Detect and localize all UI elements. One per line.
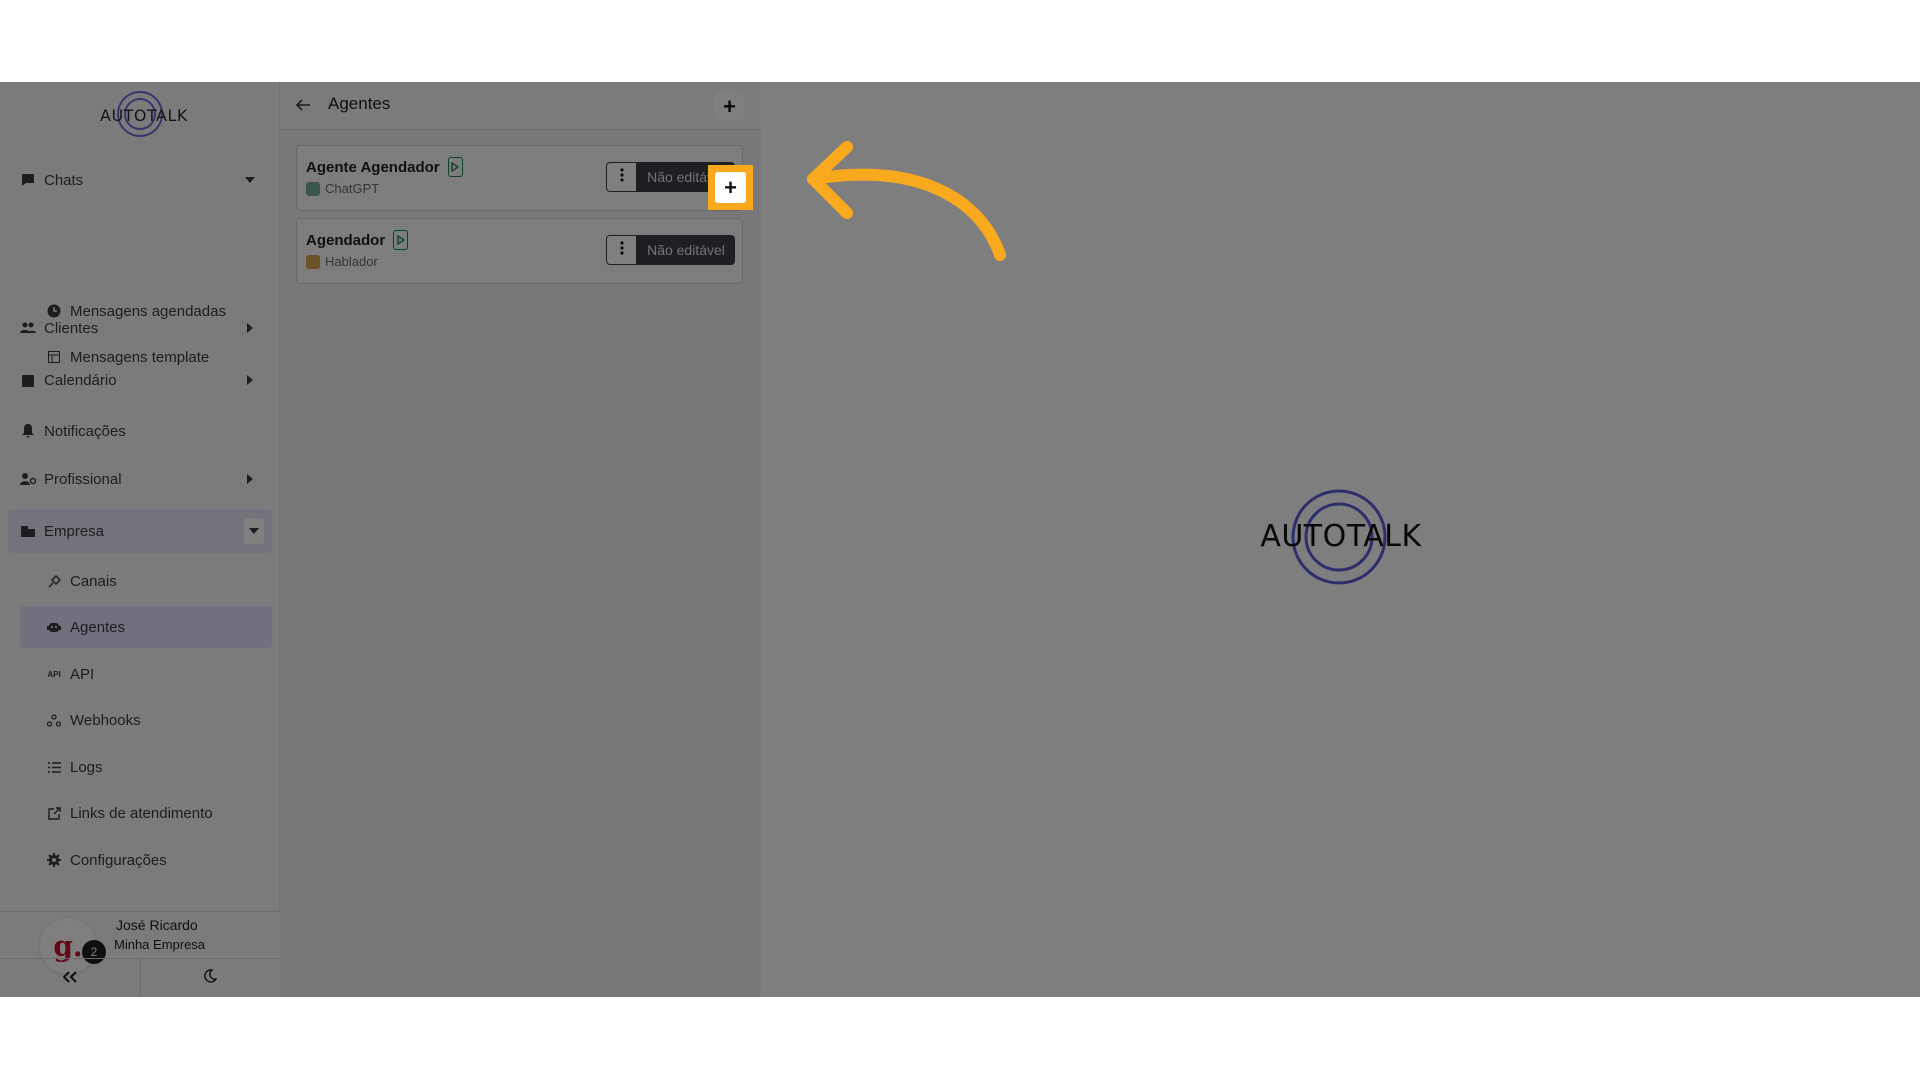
user-profile[interactable]: g. 2 José Ricardo Minha Empresa [0, 911, 280, 997]
calendar-icon [20, 372, 36, 388]
sidebar-item-links-de-atendimento[interactable]: Links de atendimento [20, 792, 272, 834]
moon-icon [203, 969, 218, 988]
sidebar-item-label: Calendário [44, 371, 117, 389]
agent-model-row: Hablador [306, 254, 378, 269]
agent-card[interactable]: Agendador Hablador Não editável [296, 218, 743, 284]
sidebar-item-label: API [70, 665, 95, 683]
logo-text: AUTOTALK [1260, 519, 1422, 554]
api-icon: API [47, 669, 61, 679]
agents-panel: Agentes + Agente Agendador ChatGPT Não e… [281, 82, 761, 997]
sidebar-item-chats[interactable]: Chats [8, 158, 272, 202]
agent-options-button[interactable] [606, 162, 637, 192]
user-gear-icon [20, 471, 36, 487]
chevron-right-icon[interactable] [242, 372, 258, 388]
chevron-right-icon[interactable] [242, 320, 258, 336]
sidebar-item-profissional[interactable]: Profissional [8, 457, 272, 501]
agent-card[interactable]: Agente Agendador ChatGPT Não editável [296, 145, 743, 211]
agent-name: Agente Agendador [306, 158, 440, 176]
users-icon [20, 320, 36, 336]
sidebar-item-configuracoes[interactable]: Configurações [20, 839, 272, 881]
gear-icon [46, 852, 62, 868]
sidebar-item-logs[interactable]: Logs [20, 746, 272, 788]
sidebar-item-label: Chats [44, 171, 84, 189]
collapse-sidebar-button[interactable] [0, 959, 140, 997]
kebab-menu-icon [619, 240, 624, 260]
chevron-down-icon[interactable] [244, 518, 264, 544]
sidebar-item-label: Agentes [70, 618, 126, 636]
sidebar-item-label: Profissional [44, 470, 122, 488]
robot-icon [46, 619, 62, 635]
agent-name-row: Agente Agendador [306, 157, 463, 177]
building-icon [20, 523, 36, 539]
sidebar-item-canais[interactable]: Canais [20, 560, 272, 602]
autotalk-logo[interactable]: AUTOTALK [100, 90, 188, 138]
agent-name: Agendador [306, 231, 386, 249]
user-name: José Ricardo [116, 917, 198, 933]
sidebar: AUTOTALK Chats Mensagens agendadas Mensa… [0, 82, 280, 997]
agent-name-row: Agendador [306, 230, 409, 250]
kebab-menu-icon [619, 167, 624, 187]
agent-options-button[interactable] [606, 235, 637, 265]
add-agent-highlight[interactable]: + [708, 165, 753, 210]
external-link-icon [46, 805, 62, 821]
status-badge: Não editável [637, 235, 735, 265]
sidebar-footer [0, 958, 280, 997]
plug-icon [46, 573, 62, 589]
sidebar-item-agentes[interactable]: Agentes [20, 606, 272, 648]
add-agent-button-highlighted[interactable]: + [715, 172, 746, 203]
play-icon[interactable] [393, 230, 409, 250]
sidebar-item-notificacoes[interactable]: Notificações [8, 409, 272, 453]
chevron-right-icon[interactable] [242, 471, 258, 487]
logo-text: AUTOTALK [100, 106, 188, 125]
sidebar-item-calendario[interactable]: Calendário [8, 358, 272, 402]
sidebar-item-label: Configurações [70, 851, 167, 869]
double-chevron-left-icon [62, 970, 77, 988]
sidebar-item-label: Links de atendimento [70, 804, 213, 822]
page-title: Agentes [328, 94, 391, 113]
dark-mode-toggle[interactable] [139, 959, 281, 997]
sidebar-item-label: Webhooks [70, 711, 141, 729]
sidebar-item-webhooks[interactable]: Webhooks [20, 699, 272, 741]
hablador-icon [306, 254, 320, 269]
panel-header: Agentes + [281, 82, 761, 130]
sidebar-item-label: Canais [70, 572, 117, 590]
chat-bubble-icon [20, 172, 36, 188]
autotalk-logo-large: AUTOTALK [1256, 487, 1426, 587]
back-arrow-icon[interactable] [295, 97, 311, 113]
agent-model-row: ChatGPT [306, 181, 379, 196]
sidebar-item-clientes[interactable]: Clientes [8, 306, 272, 350]
agent-model: Hablador [325, 254, 378, 269]
chevron-down-icon[interactable] [242, 172, 258, 188]
list-icon [46, 759, 62, 775]
chatgpt-icon [306, 181, 320, 196]
sidebar-item-api[interactable]: API API [20, 653, 272, 695]
app-window: AUTOTALK Chats Mensagens agendadas Mensa… [0, 82, 1920, 997]
sidebar-item-label: Logs [70, 758, 103, 776]
sidebar-item-label: Clientes [44, 319, 99, 337]
agent-model: ChatGPT [325, 181, 380, 196]
sidebar-item-label: Notificações [44, 422, 126, 440]
sidebar-item-empresa[interactable]: Empresa [8, 509, 272, 553]
bell-icon [20, 423, 36, 439]
webhook-icon [46, 712, 62, 728]
add-agent-button[interactable]: + [715, 92, 744, 121]
sidebar-item-label: Empresa [44, 522, 105, 540]
play-icon[interactable] [447, 157, 463, 177]
user-company: Minha Empresa [114, 937, 206, 952]
tutorial-arrow-icon [807, 141, 1006, 261]
